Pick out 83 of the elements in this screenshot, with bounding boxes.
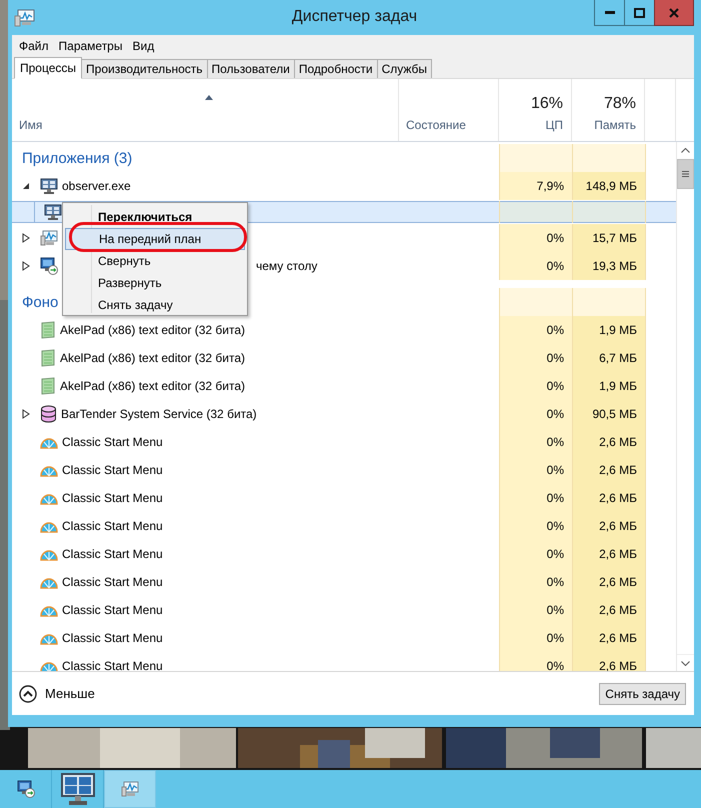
menu-item[interactable]: Вид [127,38,160,52]
memory-cell: 2,6 МБ [572,568,645,596]
cpu-cell: 0% [499,456,572,484]
process-name: AkelPad (x86) text editor (32 бита) [60,351,246,365]
memory-cell: 2,6 МБ [572,624,645,652]
column-total: 78% [604,95,636,113]
process-row[interactable]: AkelPad (x86) text editor (32 бита) 0% 6,7 МБ [12,344,676,372]
process-row[interactable]: observer.exe 7,9% 148,9 МБ [12,172,676,200]
tab[interactable]: Процессы [14,57,82,79]
process-row[interactable]: Classic Start Menu 0% 2,6 МБ [12,540,676,568]
cpu-cell: 7,9% [499,172,572,200]
process-name: AkelPad (x86) text editor (32 бита) [60,323,246,337]
memory-cell: 2,6 МБ [572,456,645,484]
cpu-cell: 0% [499,624,572,652]
process-name: BarTender System Service (32 бита) [61,407,257,421]
memory-cell: 2,6 МБ [572,512,645,540]
tab[interactable]: Подробности [294,59,378,78]
process-row[interactable]: Classic Start Menu 0% 2,6 МБ [12,484,676,512]
menu-item[interactable]: Снять задачу [65,294,245,316]
cpu-cell: 0% [499,400,572,428]
group-heading: Фоно [21,294,58,310]
process-row[interactable]: Classic Start Menu 0% 2,6 МБ [12,624,676,652]
memory-cell: 90,5 МБ [572,400,645,428]
memory-cell: 148,9 МБ [572,172,645,200]
group-heading: Приложения (3) [21,150,132,166]
column-header[interactable]: ЦП [545,118,563,132]
process-row[interactable]: BarTender System Service (32 бита) 0% 90,5 МБ [12,400,676,428]
column-header[interactable]: Состояние [406,118,490,132]
process-name: Classic Start Menu [62,547,163,561]
cpu-cell: 0% [499,652,572,671]
memory-cell: 2,6 МБ [572,596,645,624]
cpu-cell: 0% [499,224,572,252]
cpu-cell: 0% [499,344,572,372]
cpu-cell: 0% [499,372,572,400]
memory-cell: 15,7 МБ [572,224,645,252]
process-name: AkelPad (x86) text editor (32 бита) [60,379,246,393]
memory-cell: 1,9 МБ [572,316,645,344]
end-task-button[interactable]: Снять задачу [599,682,686,704]
process-name: Classic Start Menu [62,519,163,533]
process-row[interactable]: AkelPad (x86) text editor (32 бита) 0% 1,9 МБ [12,372,676,400]
column-total: 16% [530,95,563,113]
memory-cell: 1,9 МБ [572,372,645,400]
process-name: чему столу [256,259,318,273]
column-header[interactable]: Имя [19,118,390,132]
menu-item[interactable]: Параметры [54,38,128,52]
cpu-cell: 0% [499,568,572,596]
process-name: Classic Start Menu [62,603,163,617]
menu-item[interactable]: Файл [14,38,54,52]
process-row[interactable]: Classic Start Menu 0% 2,6 МБ [12,568,676,596]
process-name: observer.exe [62,179,131,193]
tab[interactable]: Производительность [81,59,208,78]
cpu-cell: 0% [499,316,572,344]
process-row[interactable]: Classic Start Menu 0% 2,6 МБ [12,596,676,624]
memory-cell: 2,6 МБ [572,428,645,456]
cpu-cell: 0% [499,596,572,624]
process-name: Classic Start Menu [62,435,163,449]
tab[interactable]: Пользователи [206,59,295,78]
cpu-cell: 0% [499,540,572,568]
process-name: Classic Start Menu [62,463,163,477]
menu-item[interactable]: Свернуть [65,250,245,272]
process-name: Classic Start Menu [62,659,163,671]
column-header[interactable]: Память [594,118,636,132]
menu-item[interactable]: Развернуть [65,272,245,294]
memory-cell: 19,3 МБ [572,252,645,280]
process-name: Classic Start Menu [62,575,163,589]
memory-cell: 6,7 МБ [572,344,645,372]
process-name: Classic Start Menu [62,491,163,505]
window-title: Диспетчер задач [292,8,418,26]
cpu-cell: 0% [499,252,572,280]
process-row[interactable]: Classic Start Menu 0% 2,6 МБ [12,428,676,456]
process-row[interactable]: AkelPad (x86) text editor (32 бита) 0% 1,9 МБ [12,316,676,344]
cpu-cell: 0% [499,484,572,512]
memory-cell: 2,6 МБ [572,540,645,568]
process-row[interactable]: Classic Start Menu 0% 2,6 МБ [12,512,676,540]
tab[interactable]: Службы [376,59,432,78]
cpu-cell: 0% [499,512,572,540]
cpu-cell: 0% [499,428,572,456]
process-name: Classic Start Menu [62,631,163,645]
menu-item[interactable]: На передний план [65,228,245,250]
process-row[interactable]: Classic Start Menu 0% 2,6 МБ [12,456,676,484]
menu-item[interactable]: Переключиться [65,206,245,228]
memory-cell: 2,6 МБ [572,484,645,512]
fewer-details-link[interactable]: Меньше [45,686,95,701]
